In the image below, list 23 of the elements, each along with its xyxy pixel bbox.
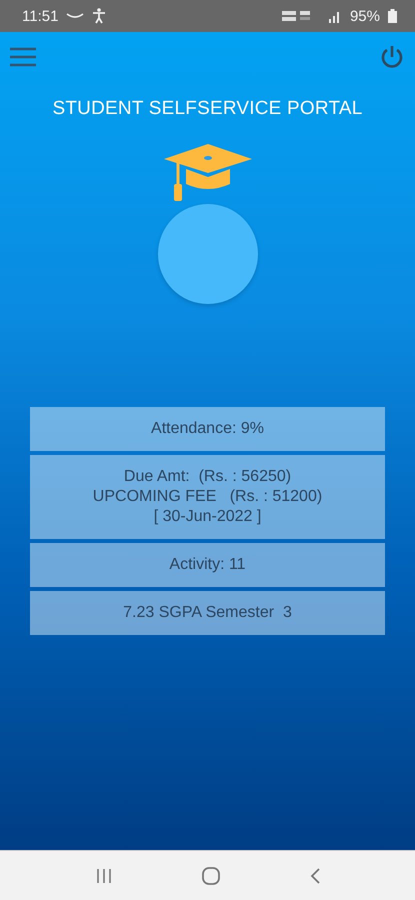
menu-icon[interactable] bbox=[10, 47, 36, 67]
card-text: Due Amt: (Rs. : 56250) bbox=[122, 467, 292, 487]
card-text: 7.23 SGPA Semester 3 bbox=[122, 603, 293, 623]
battery-percent: 95% bbox=[350, 8, 380, 24]
status-time: 11:51 bbox=[22, 8, 58, 24]
signal-icon bbox=[328, 9, 342, 23]
notification-icon bbox=[66, 12, 84, 20]
accessibility-icon bbox=[92, 8, 106, 24]
portal-title: STUDENT SELFSERVICE PORTAL bbox=[52, 98, 362, 120]
power-icon[interactable] bbox=[379, 44, 405, 70]
back-icon[interactable] bbox=[310, 868, 320, 884]
card-text: Attendance: 9% bbox=[150, 419, 265, 439]
info-card[interactable]: Activity: 11 bbox=[30, 543, 385, 587]
card-text: UPCOMING FEE (Rs. : 51200) bbox=[92, 487, 324, 507]
recents-icon[interactable] bbox=[96, 868, 112, 884]
card-text: [ 30-Jun-2022 ] bbox=[152, 507, 262, 527]
home-icon[interactable] bbox=[202, 866, 220, 884]
info-card[interactable]: Due Amt: (Rs. : 56250) UPCOMING FEE (Rs. : 51200) [ 30-Jun-2022 ] bbox=[30, 455, 385, 539]
info-card[interactable]: Attendance: 9% bbox=[30, 407, 385, 451]
graduation-cap-icon bbox=[162, 142, 254, 202]
info-card[interactable]: 7.23 SGPA Semester 3 bbox=[30, 591, 385, 635]
battery-icon bbox=[388, 9, 397, 23]
card-text: Activity: 11 bbox=[168, 555, 247, 575]
